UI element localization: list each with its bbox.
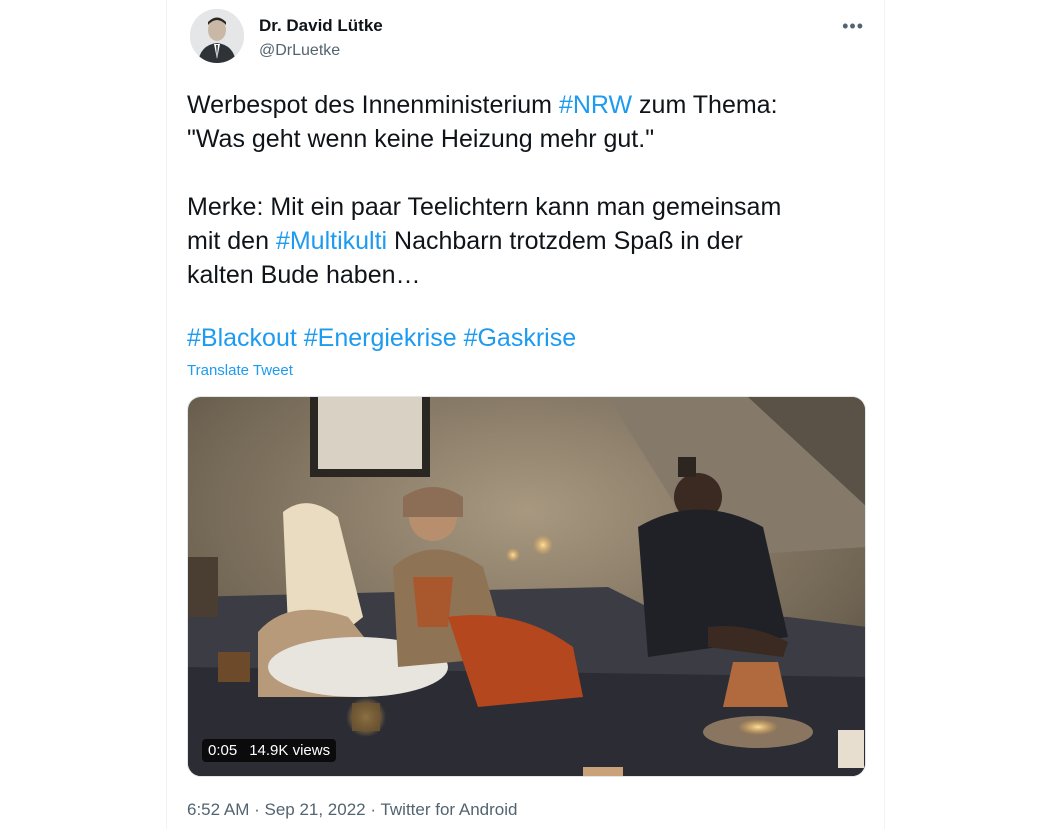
hashtag-line: #Blackout #Energiekrise #Gaskrise: [187, 321, 576, 355]
tweet-line-3: Merke: Mit ein paar Teelichtern kann man…: [187, 193, 782, 221]
author-handle[interactable]: @DrLuetke: [259, 42, 340, 60]
translate-tweet-link[interactable]: Translate Tweet: [187, 362, 293, 379]
tweet-text: Werbespot des Innenministerium #NRW zum …: [187, 88, 867, 292]
hashtag-energiekrise[interactable]: #Energiekrise: [304, 324, 457, 352]
tweet-line-5: kalten Bude haben…: [187, 261, 421, 289]
hashtag-blackout[interactable]: #Blackout: [187, 324, 297, 352]
video-duration: 0:05: [208, 742, 238, 759]
hashtag-multikulti[interactable]: #Multikulti: [276, 227, 387, 255]
meta-separator: ·: [249, 800, 265, 819]
text-segment: Werbespot des Innenministerium: [187, 91, 559, 119]
hashtag-nrw[interactable]: #NRW: [559, 91, 632, 119]
tweet-card: Dr. David Lütke @DrLuetke ••• Werbespot …: [166, 0, 885, 829]
text-segment: Nachbarn trotzdem Spaß in der: [387, 227, 743, 255]
tweet-line-4: mit den #Multikulti Nachbarn trotzdem Sp…: [187, 224, 867, 258]
video-views: 14.9K views: [249, 742, 331, 759]
avatar[interactable]: [190, 9, 244, 63]
video-thumbnail: [188, 397, 865, 776]
tweet-metadata: 6:52 AM · Sep 21, 2022 · Twitter for And…: [187, 800, 517, 820]
video-player[interactable]: 0:05 14.9K views: [187, 396, 866, 777]
tweet-time[interactable]: 6:52 AM: [187, 800, 249, 819]
tweet-line-1: Werbespot des Innenministerium #NRW zum …: [187, 88, 867, 122]
more-options-icon[interactable]: •••: [842, 16, 864, 37]
text-segment: zum Thema:: [632, 91, 778, 119]
tweet-source[interactable]: Twitter for Android: [380, 800, 517, 819]
tweet-date[interactable]: Sep 21, 2022: [264, 800, 365, 819]
meta-separator: ·: [365, 800, 381, 819]
hashtag-gaskrise[interactable]: #Gaskrise: [464, 324, 577, 352]
author-name[interactable]: Dr. David Lütke: [259, 16, 383, 36]
text-segment: mit den: [187, 227, 276, 255]
video-stats-badge: 0:05 14.9K views: [202, 739, 337, 762]
tweet-line-2: "Was geht wenn keine Heizung mehr gut.": [187, 125, 655, 153]
